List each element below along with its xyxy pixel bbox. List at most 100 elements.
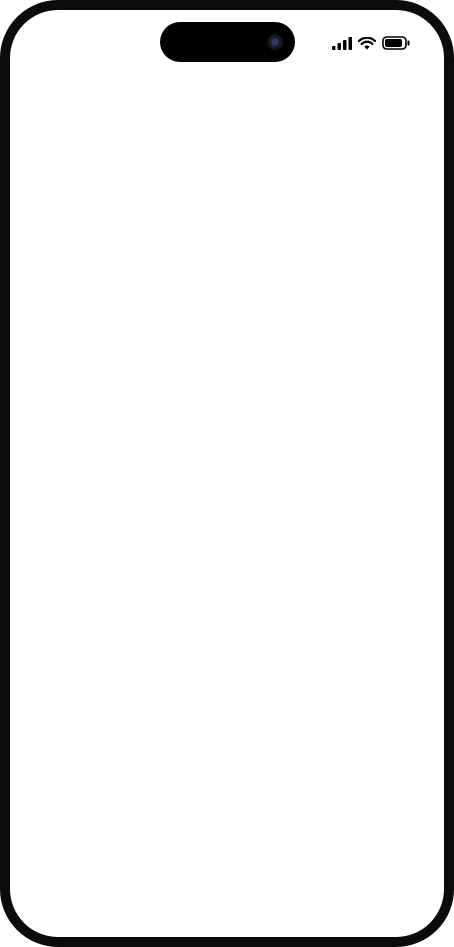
amenity-garden[interactable]: Garden bbox=[232, 483, 404, 501]
bathrooms-label: Bathrooms bbox=[232, 807, 296, 821]
checkbox[interactable] bbox=[232, 936, 245, 937]
power-button bbox=[450, 196, 454, 282]
app-screen: Advanced Search Find properties that mat… bbox=[10, 10, 444, 937]
price-max-handle[interactable] bbox=[214, 226, 228, 240]
amenity-gym[interactable]: Gym bbox=[47, 483, 232, 501]
amenity-label: Pet Friendly bbox=[69, 566, 134, 580]
amenity-label: Furnished bbox=[254, 539, 308, 553]
amenity-label: Parking bbox=[69, 458, 110, 472]
bedrooms-label: Bedrooms bbox=[47, 807, 107, 821]
price-range-fill bbox=[67, 679, 222, 690]
amenity-label: Pool bbox=[254, 909, 279, 923]
amenity-pet-friendly[interactable]: Pet Friendly bbox=[47, 564, 232, 582]
chevron-down-icon bbox=[383, 767, 393, 773]
search-properties-button[interactable]: Search Properties bbox=[47, 605, 404, 631]
bathrooms-value: Any bbox=[243, 384, 265, 399]
amenity-gym[interactable]: Gym bbox=[47, 934, 232, 937]
camera-icon bbox=[267, 34, 283, 50]
amenity-pool[interactable]: Pool bbox=[232, 456, 404, 474]
amenity-label: Garden bbox=[254, 485, 295, 499]
bedrooms-value: Any bbox=[58, 835, 79, 850]
amenity-label: Gym bbox=[69, 485, 95, 499]
amenity-security[interactable]: Security bbox=[47, 537, 232, 555]
checkbox[interactable] bbox=[47, 566, 60, 580]
amenity-pool[interactable]: Pool bbox=[232, 907, 404, 925]
checkbox[interactable] bbox=[47, 909, 60, 923]
property-type-label: Property Type bbox=[47, 282, 127, 296]
bedrooms-label: Bedrooms bbox=[47, 356, 107, 370]
amenity-label: Gym bbox=[69, 936, 94, 937]
amenity-label: Air Conditioning bbox=[254, 566, 339, 580]
price-range-slider[interactable] bbox=[47, 676, 404, 691]
bathrooms-value: Any bbox=[243, 835, 265, 850]
map-pin-icon bbox=[58, 158, 70, 173]
price-min-handle[interactable] bbox=[62, 677, 76, 691]
bedrooms-select[interactable]: Any bbox=[47, 376, 219, 407]
price-range-fill bbox=[67, 228, 222, 239]
search-icon bbox=[161, 613, 174, 627]
amenity-label: Pool bbox=[254, 458, 279, 472]
amenity-label: Parking bbox=[69, 909, 110, 923]
chevron-down-icon bbox=[198, 389, 208, 395]
amenity-parking[interactable]: Parking bbox=[47, 456, 232, 474]
chevron-down-icon bbox=[383, 316, 393, 322]
amenity-balcony[interactable]: Balcony bbox=[47, 510, 232, 528]
amenities-grid: Parking Pool Gym Garden bbox=[47, 907, 404, 937]
amenity-garden[interactable]: Garden bbox=[232, 934, 404, 937]
price-max-handle[interactable] bbox=[214, 677, 228, 691]
amenities-label: Amenities bbox=[47, 879, 105, 893]
chevron-down-icon bbox=[383, 840, 393, 846]
bedrooms-select[interactable]: Any bbox=[47, 827, 219, 858]
search-button-label: Search Properties bbox=[187, 615, 291, 629]
checkbox[interactable] bbox=[232, 566, 245, 580]
amenity-label: Balcony bbox=[69, 512, 112, 526]
price-range-label: Price Range bbox=[47, 201, 117, 215]
volume-down-button bbox=[0, 248, 4, 303]
property-type-label: Property Type bbox=[47, 733, 127, 747]
property-type-select[interactable]: Select property type bbox=[47, 754, 404, 785]
amenities-label: Amenities bbox=[47, 428, 105, 442]
checkbox[interactable] bbox=[232, 539, 245, 553]
checkbox[interactable] bbox=[47, 936, 60, 937]
battery-icon bbox=[382, 36, 410, 50]
advanced-search-form: Advanced Search Find properties that mat… bbox=[47, 59, 404, 937]
price-range-label: Price Range bbox=[47, 652, 117, 666]
chevron-down-icon bbox=[383, 389, 393, 395]
amenities-grid: Parking Pool Gym Garden Balcony Elevator… bbox=[47, 456, 404, 582]
page-subtitle: Find properties that match your criteria bbox=[47, 88, 270, 103]
status-bar bbox=[332, 36, 410, 50]
property-type-select[interactable]: Select property type bbox=[47, 303, 404, 334]
price-min-value: $100,000 bbox=[53, 248, 99, 260]
price-max-value: $1,000,000 bbox=[342, 248, 398, 260]
signal-bars-icon bbox=[332, 36, 352, 50]
chevron-down-icon bbox=[198, 840, 208, 846]
checkbox[interactable] bbox=[232, 458, 245, 472]
property-type-placeholder: Select property type bbox=[58, 311, 165, 326]
location-label: Location or Keywords bbox=[47, 128, 174, 142]
price-max-value: $1,000,000 bbox=[342, 699, 398, 711]
price-min-handle[interactable] bbox=[62, 226, 76, 240]
dynamic-island bbox=[160, 22, 295, 62]
amenity-label: Garden bbox=[254, 936, 294, 937]
location-input[interactable]: Enter city, neighborhood, or keywords... bbox=[47, 150, 404, 181]
bathrooms-select[interactable]: Any bbox=[232, 376, 404, 407]
amenity-label: Security bbox=[69, 539, 113, 553]
volume-up-button bbox=[0, 175, 4, 230]
checkbox[interactable] bbox=[47, 512, 60, 526]
mute-switch bbox=[0, 118, 4, 148]
bathrooms-select[interactable]: Any bbox=[232, 827, 404, 858]
checkbox[interactable] bbox=[232, 909, 245, 923]
checkbox[interactable] bbox=[47, 458, 60, 472]
checkbox[interactable] bbox=[47, 485, 60, 499]
property-type-placeholder: Select property type bbox=[58, 762, 165, 777]
amenity-elevator[interactable]: Elevator bbox=[232, 510, 404, 528]
checkbox[interactable] bbox=[232, 512, 245, 526]
checkbox[interactable] bbox=[47, 539, 60, 553]
amenity-furnished[interactable]: Furnished bbox=[232, 537, 404, 555]
location-placeholder: Enter city, neighborhood, or keywords... bbox=[82, 158, 311, 173]
checkbox[interactable] bbox=[232, 485, 245, 499]
amenity-parking[interactable]: Parking bbox=[47, 907, 232, 925]
amenity-air-conditioning[interactable]: Air Conditioning bbox=[232, 564, 404, 582]
price-range-slider[interactable] bbox=[47, 225, 404, 240]
wifi-icon bbox=[358, 36, 376, 49]
